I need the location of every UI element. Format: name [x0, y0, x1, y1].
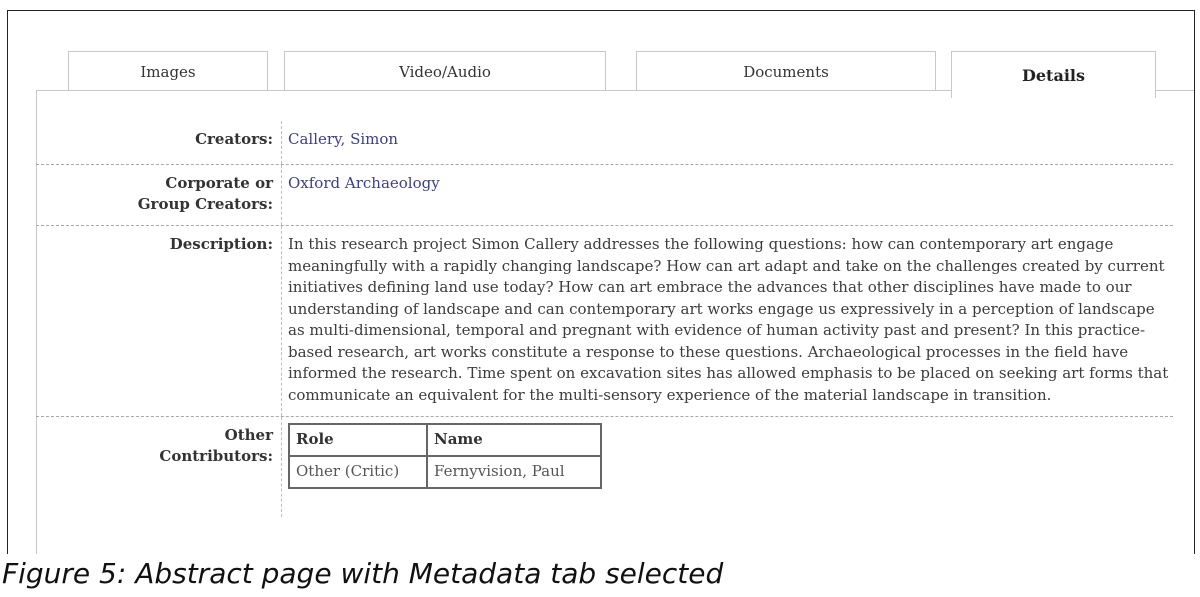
tab-images[interactable]: Images [68, 51, 268, 91]
screenshot-frame: Images Video/Audio Documents Details Cre… [7, 10, 1195, 579]
tab-video-audio[interactable]: Video/Audio [284, 51, 606, 91]
row-creators: Creators: Callery, Simon [36, 121, 1173, 165]
description-text: In this research project Simon Callery a… [288, 235, 1169, 404]
other-label-line1: Other [224, 426, 273, 444]
description-label: Description: [36, 226, 282, 416]
creators-value[interactable]: Callery, Simon [282, 121, 1173, 164]
contributors-cell: Role Name Other (Critic) Fernyvision, Pa… [282, 417, 1173, 517]
details-table: Creators: Callery, Simon Corporate or Gr… [36, 121, 1173, 517]
name-cell[interactable]: Fernyvision, Paul [426, 455, 602, 489]
figure-caption: Figure 5: Abstract page with Metadata ta… [0, 554, 1200, 597]
role-cell: Other (Critic) [288, 455, 428, 489]
other-contributors-label: Other Contributors: [36, 417, 282, 517]
corporate-label-line2: Group Creators: [137, 195, 273, 213]
row-other-contributors: Other Contributors: Role Name Other (Cri… [36, 417, 1173, 517]
corporate-value[interactable]: Oxford Archaeology [282, 165, 1173, 225]
tab-documents[interactable]: Documents [636, 51, 936, 91]
creators-label: Creators: [36, 121, 282, 164]
other-label-line2: Contributors: [159, 447, 273, 465]
corporate-label: Corporate or Group Creators: [36, 165, 282, 225]
row-description: Description: In this research project Si… [36, 226, 1173, 417]
role-column-header: Role [288, 423, 428, 457]
tab-details[interactable]: Details [951, 51, 1156, 98]
corporate-label-line1: Corporate or [165, 174, 273, 192]
contributors-table: Role Name Other (Critic) Fernyvision, Pa… [288, 423, 602, 489]
table-row: Other (Critic) Fernyvision, Paul [288, 455, 602, 489]
name-column-header: Name [426, 423, 602, 457]
row-corporate-creators: Corporate or Group Creators: Oxford Arch… [36, 165, 1173, 226]
table-header-row: Role Name [288, 423, 602, 457]
